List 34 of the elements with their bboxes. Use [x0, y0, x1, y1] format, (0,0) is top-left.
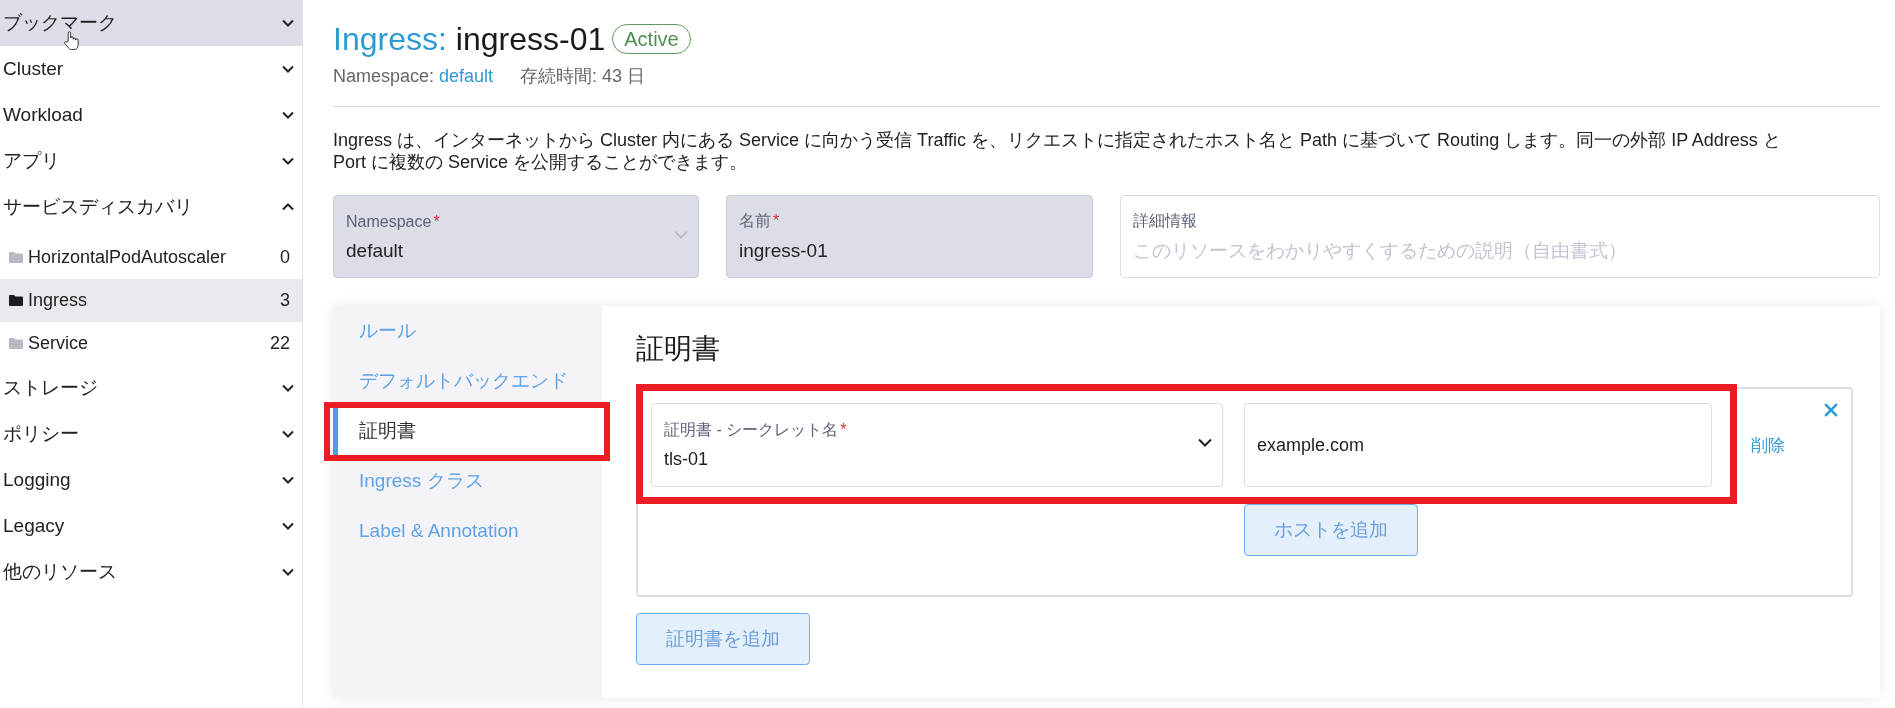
- item-count: 3: [280, 290, 290, 311]
- resource-type-title: Ingress:: [333, 20, 447, 58]
- namespace-label: Namespace:: [333, 65, 435, 87]
- sidebar-item[interactable]: Service 22: [0, 322, 302, 365]
- chevron-icon: [1198, 438, 1212, 447]
- folder-icon: [9, 338, 23, 349]
- field-label: 詳細情報: [1133, 212, 1197, 230]
- item-count: 22: [269, 333, 290, 354]
- input-field[interactable]: example.com: [1244, 403, 1712, 487]
- sidebar-item[interactable]: Workload: [0, 92, 302, 138]
- hand-cursor-icon: [64, 31, 79, 50]
- chevron-icon: [674, 230, 688, 239]
- sidebar-item[interactable]: サービスディスカバリ: [0, 184, 302, 230]
- folder-icon: [9, 252, 23, 263]
- select-field[interactable]: 証明書 - シークレット名* tls-01: [651, 403, 1223, 487]
- sidebar-item[interactable]: ストレージ: [0, 365, 302, 411]
- field-label: 名前*: [739, 212, 780, 230]
- folder-icon: [9, 295, 23, 306]
- description-text: Ingress は、インターネットから Cluster 内にある Service に向かう受信 Traffic を、リクエストに指定されたホスト名と Path に基づいて Routing します。同一の外部 IP Address と Port に複数の Service を公開することができます。: [333, 129, 1782, 173]
- sidebar-item[interactable]: Legacy: [0, 503, 302, 549]
- sidebar-item[interactable]: Cluster: [0, 46, 302, 92]
- tab[interactable]: 証明書: [333, 406, 602, 456]
- sidebar-item[interactable]: Ingress 3: [0, 279, 302, 322]
- resource-name-title: ingress-01: [455, 20, 606, 58]
- age-text: 存続時間: 43 日: [520, 65, 646, 87]
- sidebar-item[interactable]: HorizontalPodAutoscaler 0: [0, 236, 302, 279]
- section-title: 証明書: [636, 332, 721, 366]
- item-count: 0: [280, 247, 290, 268]
- sidebar-item[interactable]: ブックマーク: [0, 0, 302, 46]
- sidebar-item[interactable]: アプリ: [0, 138, 302, 184]
- sidebar-item[interactable]: ポリシー: [0, 411, 302, 457]
- close-icon[interactable]: [1824, 403, 1838, 417]
- sidebar-item[interactable]: Logging: [0, 457, 302, 503]
- sidebar-item[interactable]: 他のリソース: [0, 549, 302, 595]
